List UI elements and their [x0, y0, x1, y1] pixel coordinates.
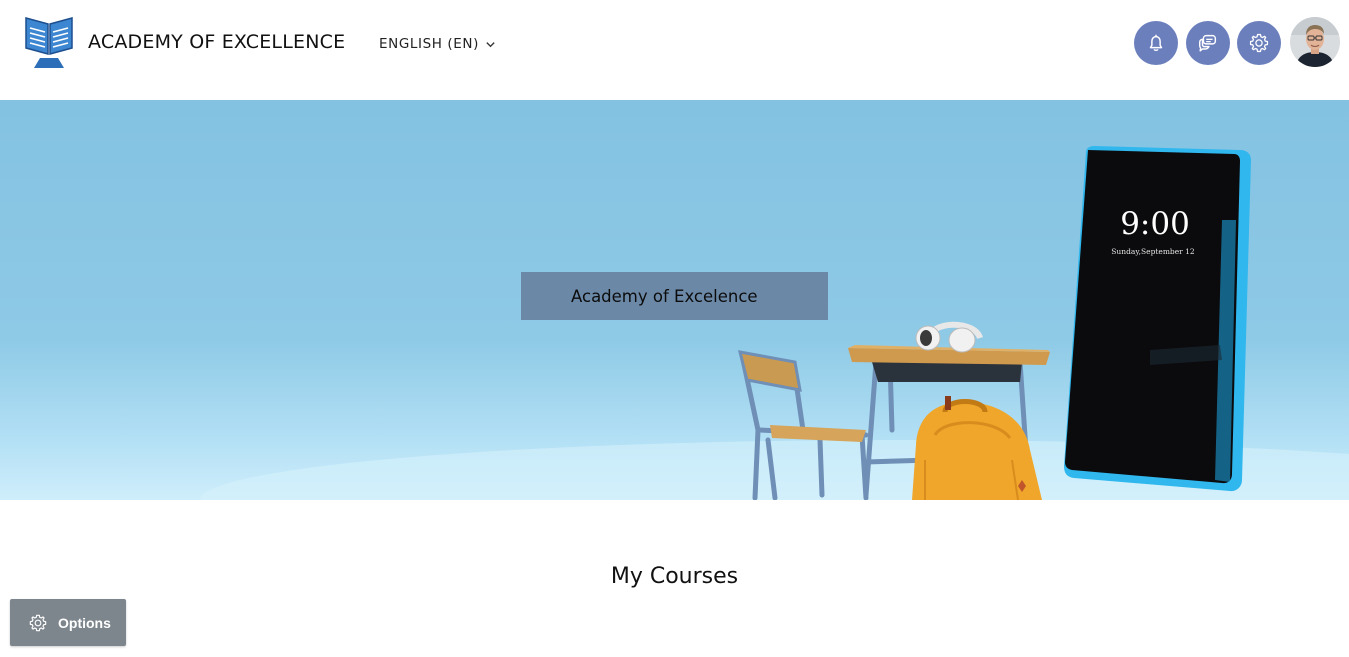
notifications-button[interactable]	[1134, 21, 1178, 65]
settings-button[interactable]	[1237, 21, 1281, 65]
language-label: ENGLISH (EN)	[379, 36, 479, 52]
academy-logo-icon[interactable]	[24, 14, 74, 68]
gear-icon	[29, 614, 47, 631]
hero-title-box: Academy of Excelence	[521, 272, 828, 320]
user-avatar[interactable]	[1290, 17, 1340, 67]
hero-title: Academy of Excelence	[571, 286, 758, 306]
language-selector[interactable]: ENGLISH (EN)	[379, 36, 496, 52]
my-courses-heading: My Courses	[610, 564, 739, 589]
gear-icon	[1249, 33, 1269, 53]
options-button[interactable]: Options	[10, 599, 126, 646]
top-navbar: ACADEMY OF EXCELLENCE ENGLISH (EN)	[0, 0, 1349, 100]
options-label: Options	[58, 614, 111, 631]
phone-time: 9:00	[1120, 206, 1190, 242]
chat-icon	[1199, 34, 1217, 52]
messages-button[interactable]	[1186, 21, 1230, 65]
chevron-down-icon	[486, 41, 495, 47]
site-name[interactable]: ACADEMY OF EXCELLENCE	[88, 31, 345, 53]
hero-banner: 9:00 Sunday,September 12 Academy of Exce…	[0, 100, 1349, 500]
phone-date: Sunday,September 12	[1111, 247, 1195, 256]
bell-icon	[1149, 34, 1163, 52]
